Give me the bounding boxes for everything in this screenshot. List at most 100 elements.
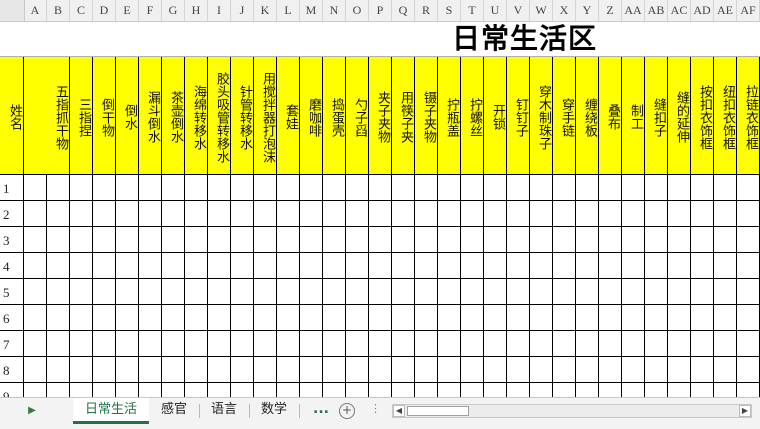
column-header[interactable]: M: [300, 0, 323, 21]
title-row[interactable]: 日常生活区: [0, 22, 760, 57]
add-sheet-icon[interactable]: +: [339, 403, 355, 419]
row-gridline: [0, 382, 760, 383]
column-header[interactable]: AF: [737, 0, 760, 21]
header-cell[interactable]: 穿手链: [553, 57, 576, 174]
cell-grid[interactable]: 日常生活区 姓名 五指抓干物 三指捏 倒干物 倒水 漏斗倒水 茶壶倒水 海绵转移水 胶头吸管转移…: [0, 22, 760, 397]
header-cell[interactable]: 镊子夹物: [415, 57, 438, 174]
header-cell[interactable]: 套娃: [277, 57, 300, 174]
header-cell[interactable]: 拧螺丝: [461, 57, 484, 174]
row-label[interactable]: 5: [0, 285, 24, 301]
data-rows[interactable]: 1 2 3 4 5 6 7 8 9: [0, 174, 760, 397]
column-gridline: [207, 174, 208, 397]
header-cell[interactable]: 夹子夹物: [369, 57, 392, 174]
header-cell[interactable]: 针管转移水: [231, 57, 254, 174]
column-header[interactable]: E: [116, 0, 139, 21]
header-cell[interactable]: 三指捏: [70, 57, 93, 174]
column-header[interactable]: V: [507, 0, 530, 21]
header-cell[interactable]: 胶头吸管转移水: [208, 57, 231, 174]
header-cell[interactable]: 缠绕板: [576, 57, 599, 174]
tab-sensory[interactable]: 感官: [150, 398, 198, 422]
header-cell[interactable]: 海绵转移水: [185, 57, 208, 174]
column-header[interactable]: D: [93, 0, 116, 21]
header-cell[interactable]: 开锁: [484, 57, 507, 174]
scroll-left-icon[interactable]: ◀: [393, 405, 405, 417]
column-gridline: [506, 174, 507, 397]
header-cell-name[interactable]: 姓名: [0, 57, 24, 174]
row-label[interactable]: 4: [0, 259, 24, 275]
header-cell[interactable]: 拧瓶盖: [438, 57, 461, 174]
row-label[interactable]: 8: [0, 363, 24, 379]
splitter-handle-icon[interactable]: ⋮: [370, 402, 381, 415]
header-cell[interactable]: 茶壶倒水: [162, 57, 185, 174]
sheet-tab-bar: ▶ 日常生活 感官 语言 数学 ... + ⋮ ◀ ▶: [0, 397, 760, 429]
row-label[interactable]: 6: [0, 311, 24, 327]
column-header[interactable]: AE: [714, 0, 737, 21]
row-label[interactable]: 9: [0, 389, 24, 397]
header-cell[interactable]: 穿木制珠子: [530, 57, 553, 174]
column-header[interactable]: P: [369, 0, 392, 21]
column-header[interactable]: X: [553, 0, 576, 21]
header-row[interactable]: 姓名 五指抓干物 三指捏 倒干物 倒水 漏斗倒水 茶壶倒水 海绵转移水 胶头吸管转移水 针管转移水…: [0, 57, 760, 174]
column-header[interactable]: U: [484, 0, 507, 21]
column-header[interactable]: J: [231, 0, 254, 21]
column-header-bar: ABCDEFGHIJKLMNOPQRSTUVWXYZAAABACADAEAFAG: [0, 0, 760, 22]
column-header[interactable]: AC: [668, 0, 691, 21]
header-cell[interactable]: 用搅拌器打泡沫: [254, 57, 277, 174]
tab-math[interactable]: 数学: [250, 398, 298, 422]
column-header[interactable]: R: [415, 0, 438, 21]
column-header[interactable]: AD: [691, 0, 714, 21]
column-header[interactable]: Y: [576, 0, 599, 21]
column-header[interactable]: W: [530, 0, 553, 21]
header-cell[interactable]: 五指抓干物: [47, 57, 70, 174]
scroll-right-icon[interactable]: ▶: [739, 405, 751, 417]
header-cell[interactable]: 缝的延伸: [668, 57, 691, 174]
tab-daily-life[interactable]: 日常生活: [73, 398, 149, 424]
column-header[interactable]: I: [208, 0, 231, 21]
column-header[interactable]: G: [162, 0, 185, 21]
row-label[interactable]: 2: [0, 207, 24, 223]
header-cell[interactable]: 漏斗倒水: [139, 57, 162, 174]
column-header[interactable]: AA: [622, 0, 645, 21]
column-header[interactable]: S: [438, 0, 461, 21]
horizontal-scrollbar[interactable]: ◀ ▶: [392, 404, 752, 418]
scrollbar-thumb[interactable]: [407, 406, 469, 416]
header-cell[interactable]: 捣蛋壳: [323, 57, 346, 174]
column-header[interactable]: K: [254, 0, 277, 21]
tab-scroll-right-icon[interactable]: ▶: [26, 405, 38, 417]
column-header[interactable]: A: [24, 0, 47, 21]
column-header[interactable]: C: [70, 0, 93, 21]
row-label[interactable]: 3: [0, 233, 24, 249]
header-cell[interactable]: 倒干物: [93, 57, 116, 174]
tab-language[interactable]: 语言: [200, 398, 248, 422]
header-cell[interactable]: 磨咖啡: [300, 57, 323, 174]
column-gridline: [345, 174, 346, 397]
header-cell[interactable]: 拉链衣饰框: [737, 57, 760, 174]
column-header[interactable]: H: [185, 0, 208, 21]
header-cell[interactable]: 缝扣子: [645, 57, 668, 174]
header-cell[interactable]: 纽扣衣饰框: [714, 57, 737, 174]
column-gridline: [483, 174, 484, 397]
column-header[interactable]: L: [277, 0, 300, 21]
column-header[interactable]: Q: [392, 0, 415, 21]
select-all-corner[interactable]: [0, 0, 25, 21]
header-cell[interactable]: 制工: [622, 57, 645, 174]
row-gridline: [0, 226, 760, 227]
header-cell[interactable]: 倒水: [116, 57, 139, 174]
more-tabs-button[interactable]: ...: [313, 398, 329, 422]
column-header[interactable]: B: [47, 0, 70, 21]
header-cell[interactable]: 勺子舀: [346, 57, 369, 174]
column-header[interactable]: AB: [645, 0, 668, 21]
column-header[interactable]: O: [346, 0, 369, 21]
row-gridline: [0, 252, 760, 253]
column-header[interactable]: N: [323, 0, 346, 21]
column-gridline: [575, 174, 576, 397]
row-label[interactable]: 7: [0, 337, 24, 353]
column-header[interactable]: Z: [599, 0, 622, 21]
column-header[interactable]: T: [461, 0, 484, 21]
header-cell[interactable]: 用筷子夹: [392, 57, 415, 174]
column-header[interactable]: F: [139, 0, 162, 21]
row-label[interactable]: 1: [0, 181, 24, 197]
header-cell[interactable]: 叠布: [599, 57, 622, 174]
header-cell[interactable]: 按扣衣饰框: [691, 57, 714, 174]
header-cell[interactable]: 钉钉子: [507, 57, 530, 174]
